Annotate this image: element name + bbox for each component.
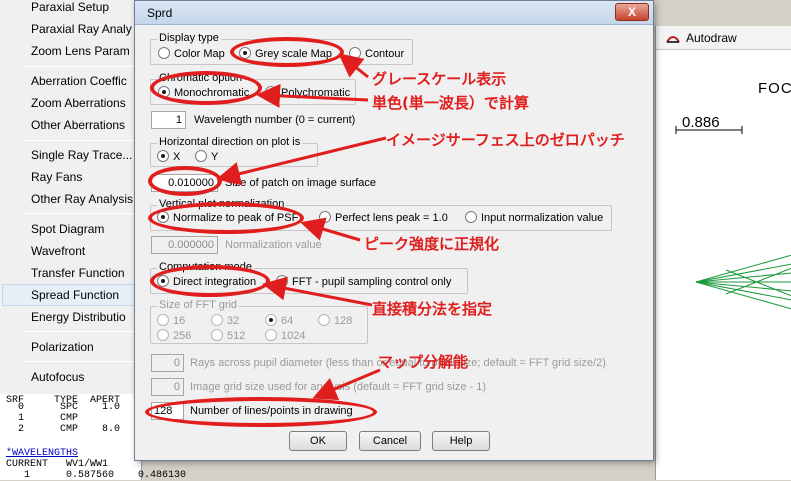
annotation-grey-scale: グレースケール表示 (372, 70, 507, 88)
annotation-zero-patch: イメージサーフェス上のゼロパッチ (386, 131, 625, 149)
annotation-monochromatic: 単色(単一波長）で計算 (372, 94, 529, 112)
annotation-map-resolution: マップ分解能 (378, 353, 469, 371)
annotation-direct-integration: 直接積分法を指定 (372, 300, 493, 318)
annotation-normalize-peak: ピーク強度に正規化 (364, 235, 500, 253)
